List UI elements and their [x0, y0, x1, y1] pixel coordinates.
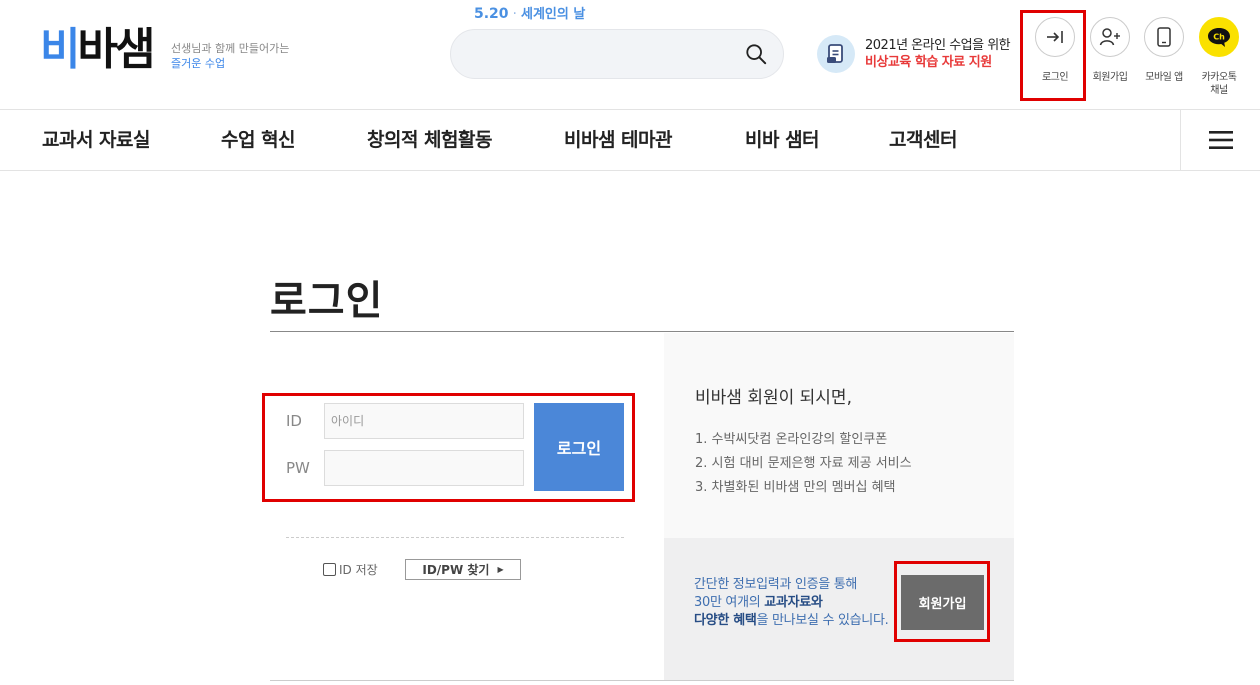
slogan-line2: 즐거운 수업	[171, 57, 226, 70]
add-user-icon	[1099, 28, 1120, 46]
id-label: ID	[286, 412, 302, 430]
join-desc-line3: 을 만나보실 수 있습니다.	[756, 613, 889, 628]
slogan-line1: 선생님과 함께 만들어가는	[171, 42, 290, 55]
save-id-label: ID 저장	[339, 563, 378, 577]
kakao-badge-text: Ch	[1213, 33, 1225, 42]
slogan: 선생님과 함께 만들어가는 즐거운 수업	[171, 41, 289, 71]
login-arrow-icon	[1047, 31, 1063, 43]
all-menu-button[interactable]	[1180, 110, 1260, 170]
join-desc-line1: 간단한 정보입력과 인증을 통해	[694, 577, 858, 592]
event-name: 세계인의 날	[521, 7, 586, 22]
nav-item-viva-samteo[interactable]: 비바 샘터	[745, 110, 820, 170]
checkbox-icon[interactable]	[323, 563, 336, 576]
event-date: 5.20	[474, 6, 509, 22]
logo-wordmark: 바샘	[77, 24, 155, 75]
page-title: 로그인	[270, 278, 384, 324]
nav-item-creative-activity[interactable]: 창의적 체험활동	[367, 110, 492, 170]
mobile-phone-icon	[1157, 27, 1171, 47]
password-field[interactable]	[324, 450, 524, 486]
search-bar	[450, 29, 784, 79]
site-header: 비바샘 선생님과 함께 만들어가는 즐거운 수업 5.20 · 세계인의 날 202…	[0, 0, 1260, 110]
logo-accent: 비	[40, 24, 81, 75]
triangle-right-icon: ▶	[497, 565, 504, 574]
join-desc-line2: 30만 여개의	[694, 595, 765, 610]
benefit-item: 1. 수박씨닷컴 온라인강의 할인쿠폰	[695, 432, 888, 447]
benefit-item: 2. 시험 대비 문제은행 자료 제공 서비스	[695, 456, 912, 471]
promo-line1: 2021년 온라인 수업을 위한	[865, 38, 1011, 53]
id-field[interactable]	[324, 403, 524, 439]
hamburger-menu-icon	[1208, 131, 1233, 149]
dashed-divider	[286, 537, 624, 538]
search-input[interactable]	[471, 30, 741, 78]
book-icon	[817, 35, 855, 73]
header-login-button[interactable]: 로그인	[1030, 17, 1080, 84]
kakao-channel-button[interactable]: Ch 카카오톡 채널	[1194, 17, 1244, 97]
find-id-pw-label: ID/PW 찾기	[422, 563, 490, 577]
kakao-label-line1: 카카오톡	[1201, 72, 1237, 83]
promo-line2: 비상교육 학습 자료 지원	[865, 55, 992, 70]
join-description: 간단한 정보입력과 인증을 통해 30만 여개의 교과자료와 다양한 혜택을 만…	[694, 576, 889, 630]
header-login-label: 로그인	[1041, 72, 1069, 83]
join-desc-line3-bold: 다양한 혜택	[694, 613, 757, 628]
mobile-app-button[interactable]: 모바일 앱	[1139, 17, 1189, 84]
search-icon[interactable]	[745, 43, 767, 65]
login-submit-button[interactable]: 로그인	[534, 403, 624, 491]
kakao-channel-icon: Ch	[1208, 28, 1230, 47]
benefits-title: 비바샘 회원이 되시면,	[695, 388, 852, 408]
nav-item-customer-center[interactable]: 고객센터	[889, 110, 957, 170]
nav-item-theme-hall[interactable]: 비바샘 테마관	[564, 110, 673, 170]
vivasam-logo[interactable]: 비바샘	[40, 22, 155, 78]
kakao-label-line2: 채널	[1210, 85, 1228, 96]
title-divider	[270, 331, 1014, 332]
join-desc-line2-bold: 교과자료와	[764, 595, 823, 610]
pw-label: PW	[286, 459, 310, 477]
nav-item-class-innovation[interactable]: 수업 혁신	[221, 110, 296, 170]
main-nav: 교과서 자료실 수업 혁신 창의적 체험활동 비바샘 테마관 비바 샘터 고객센…	[0, 110, 1260, 171]
find-id-pw-button[interactable]: ID/PW 찾기 ▶	[405, 559, 521, 580]
benefit-item: 3. 차별화된 비바샘 만의 멤버십 혜택	[695, 480, 896, 495]
header-join-button[interactable]: 회원가입	[1085, 17, 1135, 84]
join-button[interactable]: 회원가입	[901, 575, 984, 630]
save-id-checkbox[interactable]: ID 저장	[323, 561, 378, 578]
header-join-label: 회원가입	[1092, 72, 1128, 83]
event-banner[interactable]: 5.20 · 세계인의 날	[474, 3, 585, 22]
nav-item-textbook[interactable]: 교과서 자료실	[42, 110, 151, 170]
mobile-app-label: 모바일 앱	[1145, 72, 1183, 83]
bottom-divider	[270, 680, 1014, 681]
event-separator: ·	[512, 6, 517, 22]
online-class-promo[interactable]: 2021년 온라인 수업을 위한 비상교육 학습 자료 지원	[817, 35, 1011, 73]
